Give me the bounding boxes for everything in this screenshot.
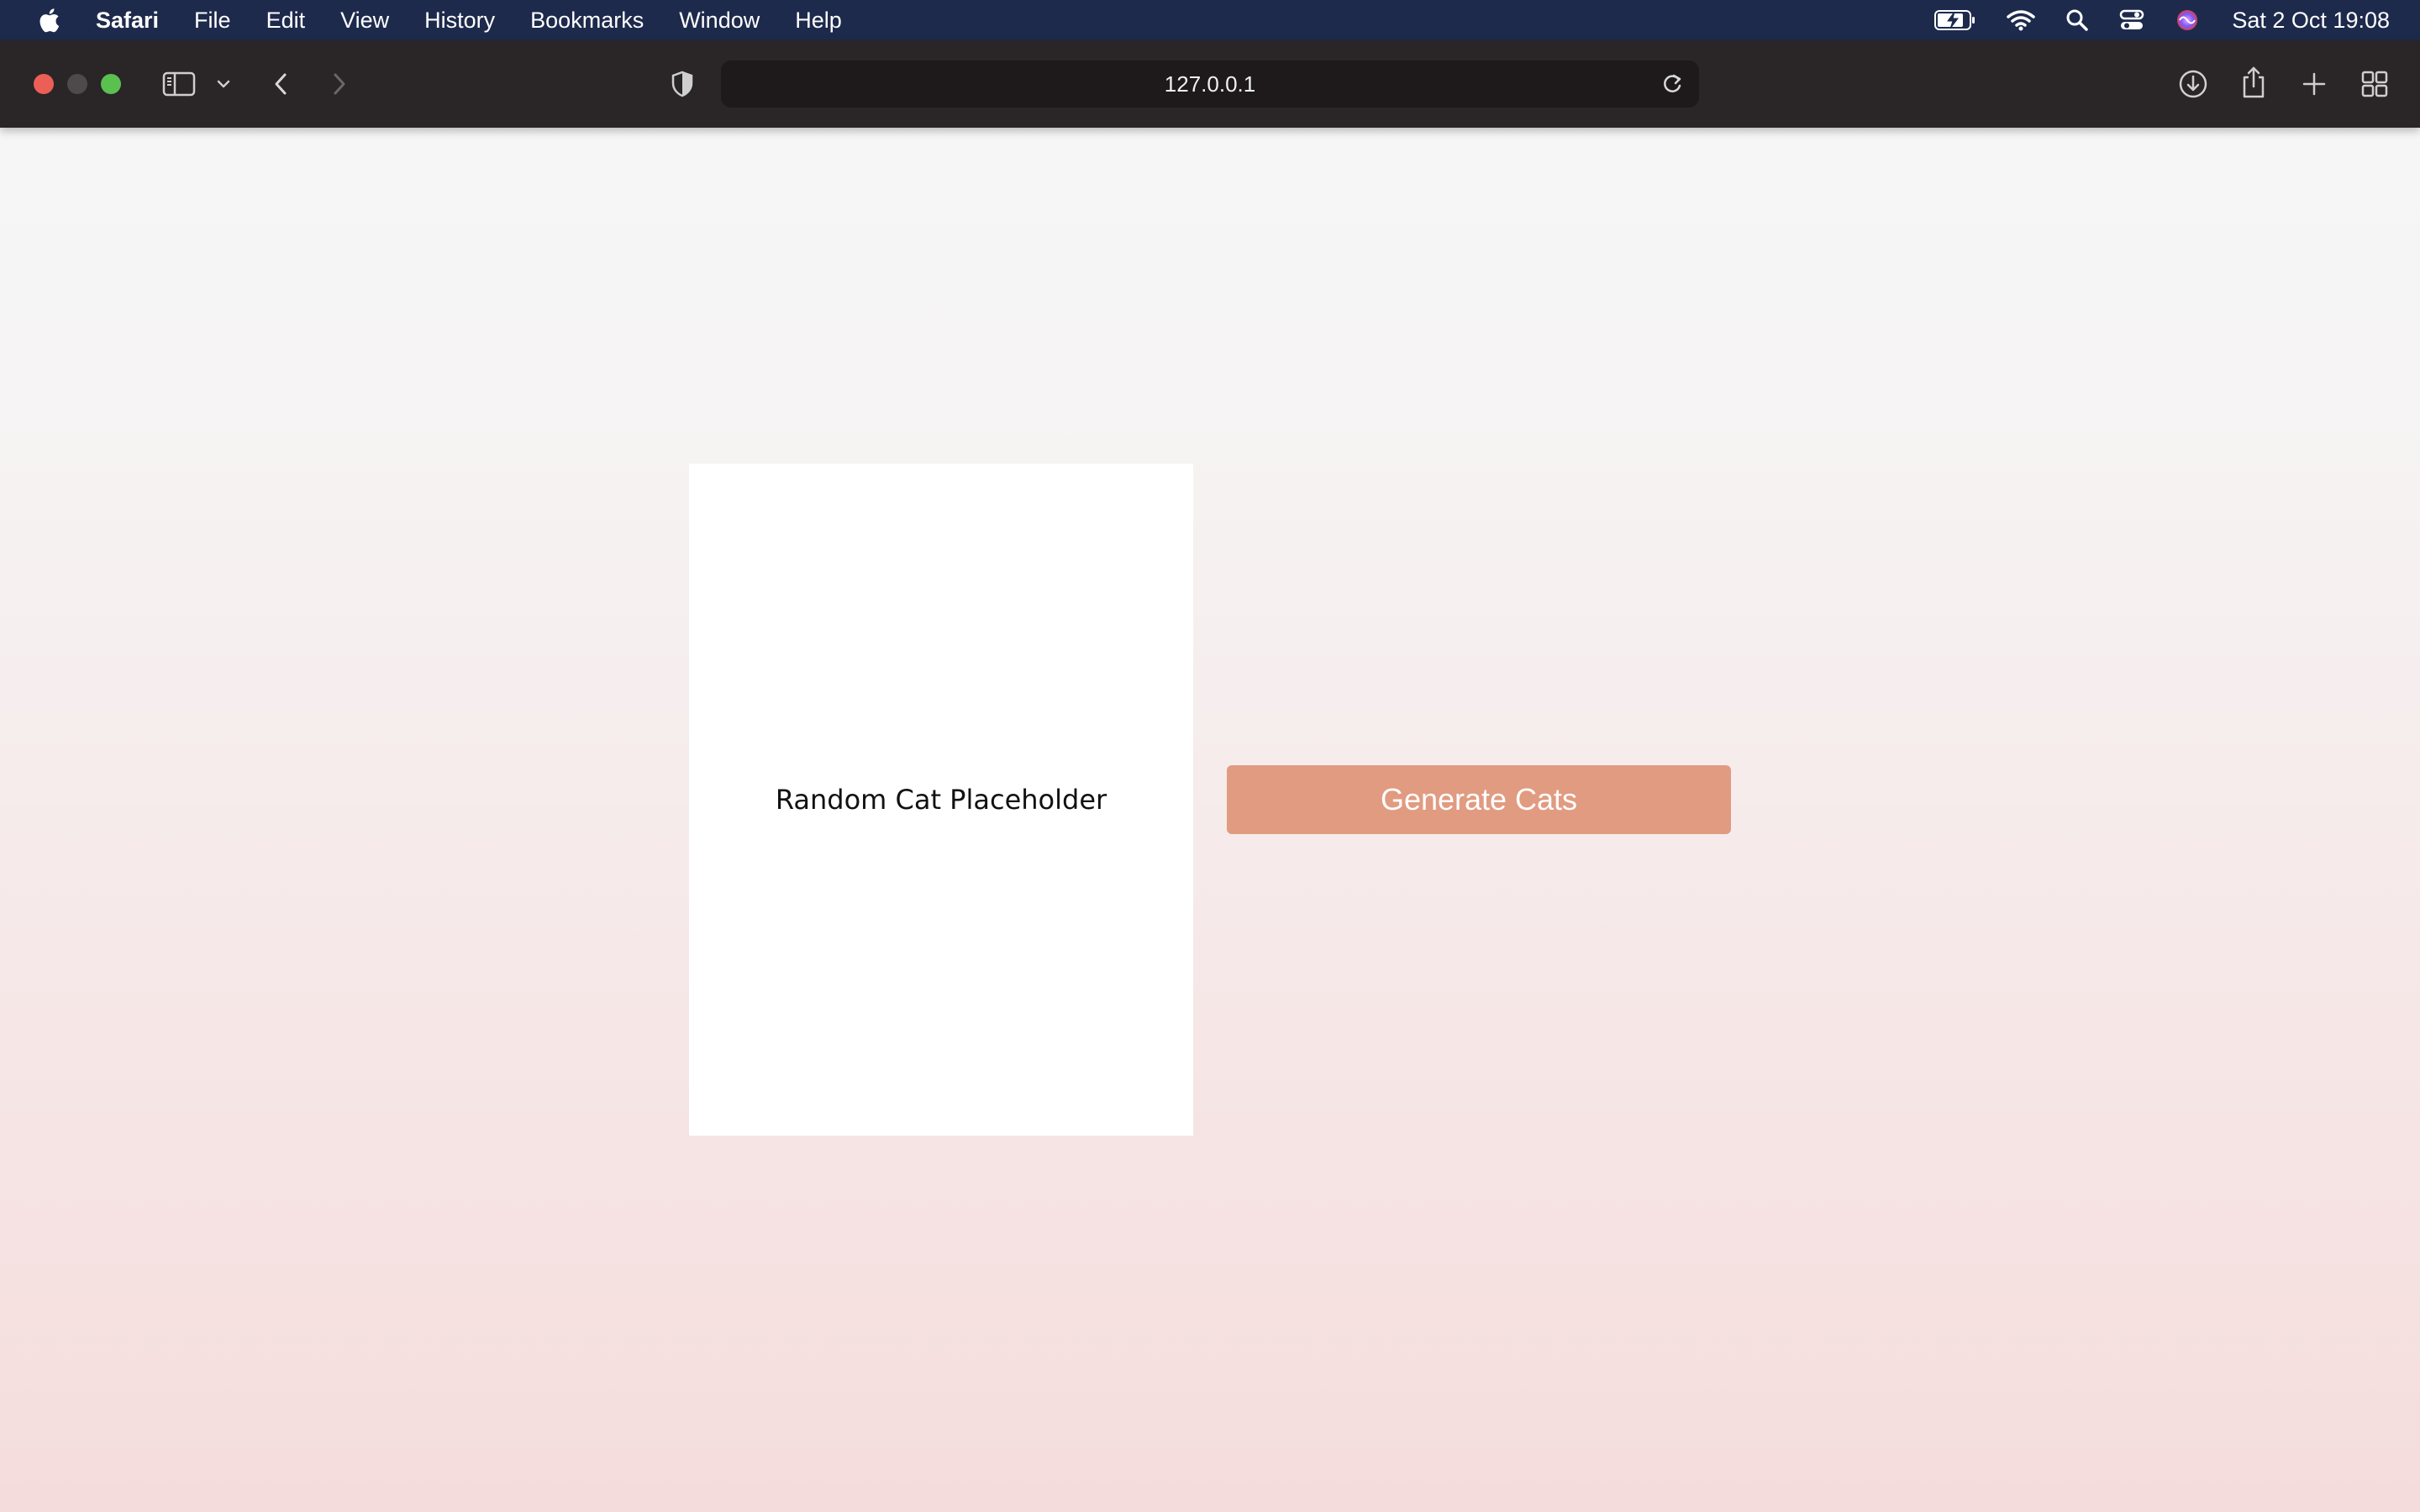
placeholder-text: Random Cat Placeholder: [775, 784, 1107, 816]
window-minimize-button[interactable]: [67, 74, 87, 94]
spotlight-search-icon[interactable]: [2065, 8, 2089, 32]
battery-charging-icon[interactable]: [1934, 9, 1976, 31]
browser-toolbar: 127.0.0.1: [0, 40, 2420, 128]
chevron-down-icon[interactable]: [213, 74, 234, 94]
siri-icon[interactable]: [2175, 8, 2200, 33]
clock[interactable]: Sat 2 Oct 19:08: [2232, 8, 2390, 34]
cat-image-placeholder: Random Cat Placeholder: [689, 464, 1193, 1136]
back-icon[interactable]: [267, 69, 294, 99]
tab-overview-icon[interactable]: [2358, 67, 2391, 101]
page-viewport: Random Cat Placeholder Generate Cats: [0, 128, 2420, 1512]
new-tab-icon[interactable]: [2299, 67, 2329, 101]
status-area: Sat 2 Oct 19:08: [1904, 0, 2390, 40]
url-text[interactable]: 127.0.0.1: [1165, 71, 1255, 97]
generate-cats-button[interactable]: Generate Cats: [1227, 765, 1731, 834]
wifi-icon[interactable]: [2007, 9, 2036, 31]
apple-logo-icon[interactable]: [34, 3, 67, 37]
menu-history[interactable]: History: [424, 8, 495, 34]
forward-icon[interactable]: [326, 69, 353, 99]
reload-icon[interactable]: [1657, 69, 1687, 99]
menu-window[interactable]: Window: [679, 8, 760, 34]
address-bar[interactable]: 127.0.0.1: [721, 60, 1699, 108]
menu-file[interactable]: File: [194, 8, 231, 34]
menu-safari[interactable]: Safari: [96, 8, 159, 34]
sidebar-toggle-icon[interactable]: [161, 69, 197, 99]
window-maximize-button[interactable]: [101, 74, 121, 94]
downloads-icon[interactable]: [2176, 67, 2210, 101]
share-icon[interactable]: [2238, 64, 2269, 101]
menu-edit[interactable]: Edit: [266, 8, 306, 34]
menu-view[interactable]: View: [340, 8, 389, 34]
menu-help[interactable]: Help: [795, 8, 842, 34]
window-close-button[interactable]: [34, 74, 54, 94]
control-center-icon[interactable]: [2119, 8, 2144, 32]
privacy-shield-icon[interactable]: [667, 69, 697, 99]
menu-bookmarks[interactable]: Bookmarks: [530, 8, 644, 34]
menu-bar: Safari File Edit View History Bookmarks …: [0, 0, 2420, 40]
